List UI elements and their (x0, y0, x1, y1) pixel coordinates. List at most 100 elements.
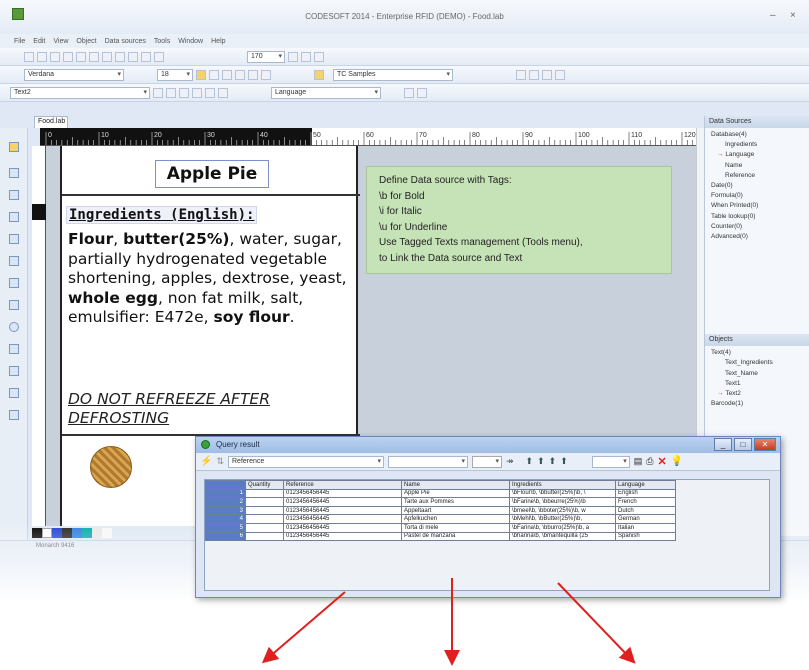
ingredients-text[interactable]: Flour, butter(25%), water, sugar, partia… (68, 230, 358, 328)
dialog-minimize-button[interactable]: _ (714, 438, 732, 451)
ellipse-tool-icon[interactable] (9, 322, 19, 332)
minimize-button[interactable]: – (770, 10, 776, 21)
menu-tools[interactable]: Tools (154, 38, 170, 45)
table-row[interactable]: 4 0123456456445 Apfelkuchen \bMehl\b, \b… (205, 514, 676, 524)
next-record-icon[interactable] (542, 69, 552, 80)
tree-item[interactable]: When Printed(0) (711, 201, 809, 211)
name-cell[interactable]: Torta di mele (401, 522, 510, 533)
rfid-tool-icon[interactable] (9, 256, 19, 266)
tree-item[interactable]: Text1 (711, 379, 809, 389)
zoom-in-icon[interactable] (288, 51, 298, 62)
merge-icon[interactable] (154, 51, 164, 62)
menu-data-sources[interactable]: Data sources (105, 38, 146, 45)
tree-item[interactable]: Advanced(0) (711, 232, 809, 242)
record-last-icon[interactable]: ⬆ (560, 456, 568, 467)
zoom-out-icon[interactable] (301, 51, 311, 62)
object-tool-icon[interactable] (153, 87, 163, 98)
tree-item[interactable]: Formula(0) (711, 191, 809, 201)
cut-icon[interactable] (89, 51, 99, 62)
tree-item[interactable]: Counter(0) (711, 222, 809, 232)
tree-item[interactable]: Name (711, 161, 809, 171)
quantity-cell[interactable] (245, 522, 284, 533)
undo-icon[interactable] (128, 51, 138, 62)
name-cell[interactable]: Apple Pie (401, 488, 510, 499)
menu-window[interactable]: Window (178, 38, 203, 45)
name-cell[interactable]: Apfelkuchen (401, 514, 510, 524)
open-icon[interactable] (37, 51, 47, 62)
document-tab[interactable]: Food.lab (34, 116, 68, 128)
language-cell[interactable]: Dutch (615, 505, 676, 516)
shape-tool-icon[interactable] (9, 410, 19, 420)
zoom-fit-icon[interactable] (314, 51, 324, 62)
tree-item[interactable]: Database(4) (711, 130, 809, 140)
column-header-quantity[interactable]: Quantity (245, 480, 284, 490)
rotate-icon[interactable] (192, 87, 202, 98)
filter-icon[interactable]: ⚡ (200, 456, 212, 467)
align-center-icon[interactable] (248, 69, 258, 80)
first-record-icon[interactable] (516, 69, 526, 80)
reference-cell[interactable]: 0123456456445 (283, 531, 402, 542)
new-icon[interactable] (24, 51, 34, 62)
menu-edit[interactable]: Edit (33, 38, 45, 45)
last-record-icon[interactable] (555, 69, 565, 80)
quantity-cell[interactable] (245, 514, 284, 524)
close-window-button[interactable]: × (790, 10, 796, 21)
language-combo[interactable]: Language (271, 86, 381, 99)
column-header-language[interactable]: Language (615, 480, 676, 490)
print-query-icon[interactable]: ⎙ (646, 456, 653, 467)
underline-icon[interactable] (222, 69, 232, 80)
font-name-combo[interactable]: Verdana (24, 68, 124, 81)
reference-cell[interactable]: 0123456456445 (283, 497, 402, 507)
column-header-name[interactable]: Name (401, 480, 510, 490)
tree-item[interactable]: Reference (711, 171, 809, 181)
ingredients-cell[interactable]: \bmeel\b, \bboter(25%)\b, w (509, 505, 616, 516)
column-header-ingredients[interactable]: Ingredients (509, 480, 616, 490)
rectangle-tool-icon[interactable] (9, 278, 19, 288)
menu-help[interactable]: Help (211, 38, 225, 45)
instruction-note[interactable]: Define Data source with Tags: \b for Bol… (366, 166, 672, 274)
tree-item-selected[interactable]: → Text2 (711, 389, 809, 399)
italic-icon[interactable] (209, 69, 219, 80)
menu-object[interactable]: Object (76, 38, 96, 45)
menu-view[interactable]: View (53, 38, 68, 45)
menu-file[interactable]: File (14, 38, 25, 45)
reference-cell[interactable]: 0123456456445 (283, 514, 402, 524)
value-combo[interactable] (472, 455, 502, 468)
name-cell[interactable]: Tarte aux Pommes (401, 497, 510, 507)
dialog-maximize-button[interactable]: □ (734, 438, 752, 451)
language-cell[interactable]: Italian (615, 522, 676, 533)
anchor-icon[interactable] (205, 87, 215, 98)
prev-record-icon[interactable] (529, 69, 539, 80)
align-left-icon[interactable] (235, 69, 245, 80)
save-icon[interactable] (50, 51, 60, 62)
sort-icon[interactable]: ⇅ (216, 456, 224, 467)
tree-item[interactable]: Text_Ingredients (711, 358, 809, 368)
field-combo[interactable]: Reference (228, 455, 384, 468)
record-down-icon[interactable]: ⬆ (549, 456, 557, 467)
language-cell[interactable]: Spanish (615, 531, 676, 542)
table-tool-icon[interactable] (9, 388, 19, 398)
reference-cell[interactable]: 0123456456445 (283, 522, 402, 533)
tree-item[interactable]: Text_Name (711, 369, 809, 379)
polygon-tool-icon[interactable] (9, 366, 19, 376)
tagged-text-icon[interactable] (314, 69, 324, 80)
table-row[interactable]: 5 0123456456445 Torta di mele \bFarina\b… (205, 522, 676, 533)
tree-item[interactable]: Ingredients (711, 140, 809, 150)
tree-item[interactable]: Table lookup(0) (711, 212, 809, 222)
print-icon[interactable] (63, 51, 73, 62)
object-name-combo[interactable]: Text2 (10, 86, 150, 99)
column-header-reference[interactable]: Reference (283, 480, 402, 490)
align-right-icon[interactable] (261, 69, 271, 80)
fill-icon[interactable] (166, 87, 176, 98)
language-cell[interactable]: French (615, 497, 676, 507)
barcode-tool-icon[interactable] (9, 212, 19, 222)
print-preview-icon[interactable] (76, 51, 86, 62)
delete-icon[interactable]: ✕ (657, 455, 666, 468)
color-palette[interactable] (32, 528, 212, 538)
quantity-cell[interactable] (245, 497, 284, 507)
pointer-tool-icon[interactable] (9, 142, 19, 152)
ingredients-cell[interactable]: \bharina\b, \bmantequilla (25 (509, 531, 616, 542)
reference-cell[interactable]: 0123456456445 (283, 488, 402, 499)
table-row[interactable]: 6 0123456456445 Pastel de manzana \bhari… (205, 531, 676, 542)
apple-pie-image[interactable] (90, 446, 132, 488)
